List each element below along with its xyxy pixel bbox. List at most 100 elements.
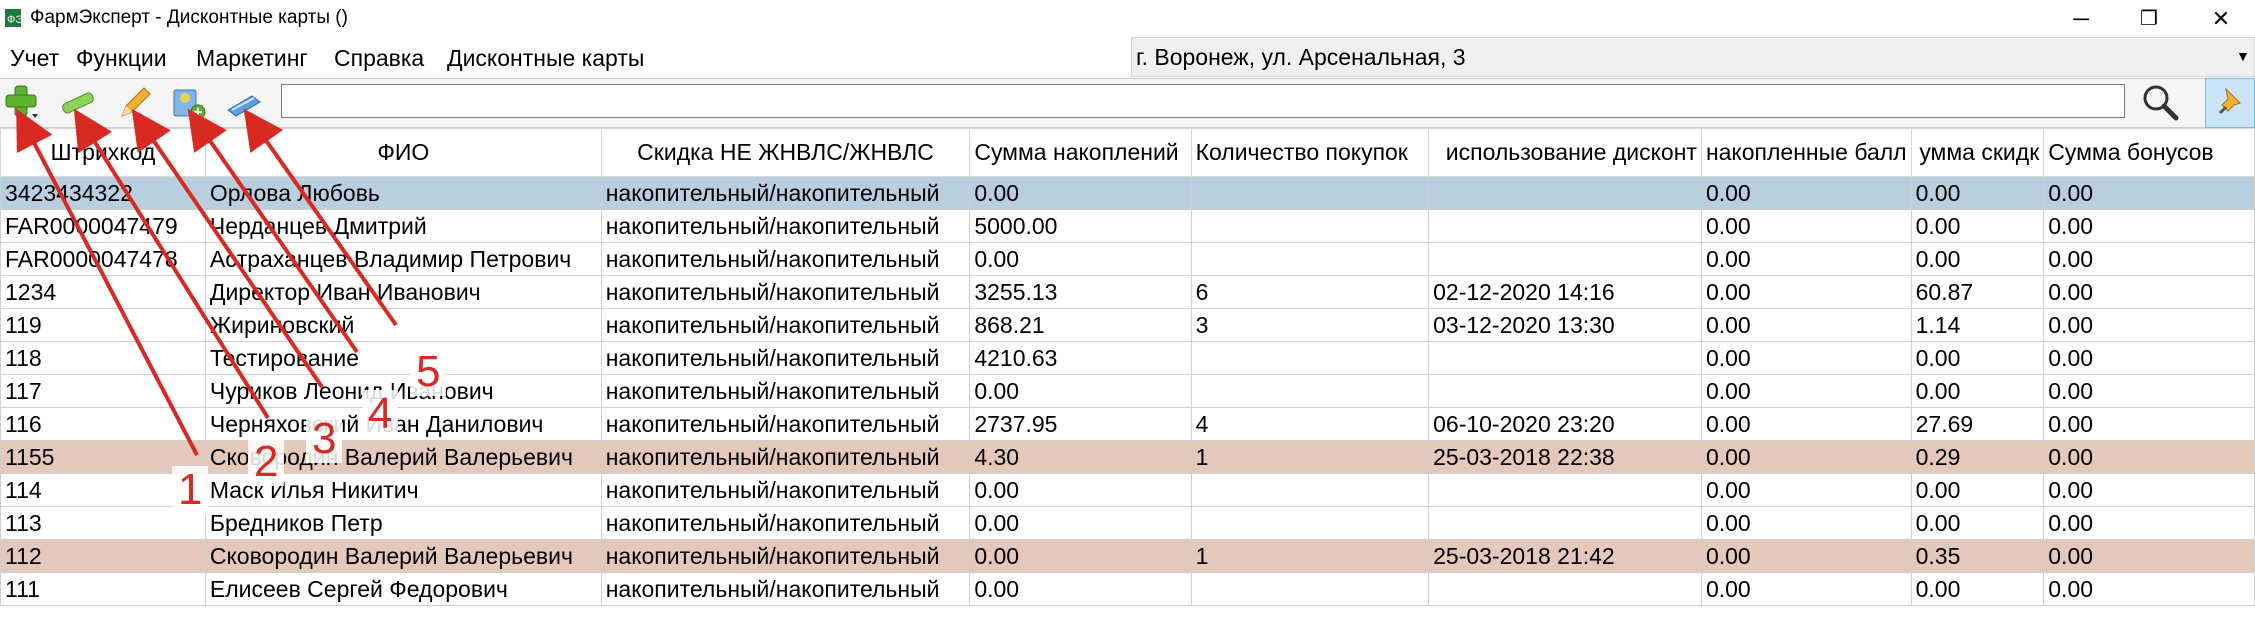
cell-discount-type[interactable]: накопительный/накопительный: [600, 341, 971, 375]
cell-barcode[interactable]: 3423434322: [0, 176, 206, 210]
cell-full-name[interactable]: Сковородин Валерий Валерьевич: [204, 539, 602, 573]
cell-barcode[interactable]: 111: [0, 572, 206, 606]
cell-accumulated-points[interactable]: 0.00: [1700, 572, 1912, 606]
table-row[interactable]: FAR0000047478 Астраханцев Владимир Петров…: [0, 242, 2255, 276]
discount-card-icon[interactable]: [224, 80, 264, 124]
cell-last-usage[interactable]: [1428, 209, 1702, 243]
close-button[interactable]: ✕: [2187, 0, 2255, 37]
cell-last-usage[interactable]: 03-12-2020 13:30: [1428, 308, 1702, 342]
cell-purchase-count[interactable]: [1190, 176, 1430, 210]
cell-discount-sum[interactable]: 27.69: [1910, 407, 2045, 441]
menu-item-marketing[interactable]: Маркетинг: [196, 45, 308, 72]
cell-last-usage[interactable]: 06-10-2020 23:20: [1428, 407, 1702, 441]
cell-accumulated-points[interactable]: 0.00: [1700, 308, 1912, 342]
column-header-bonus-sum[interactable]: Сумма бонусов: [2043, 128, 2255, 177]
card-settings-icon[interactable]: [168, 80, 208, 124]
cell-purchase-count[interactable]: [1190, 374, 1430, 408]
cell-accumulated-points[interactable]: 0.00: [1700, 341, 1912, 375]
cell-discount-type[interactable]: накопительный/накопительный: [600, 308, 971, 342]
cell-bonus-sum[interactable]: 0.00: [2043, 308, 2255, 342]
cell-accumulated-sum[interactable]: 0.00: [969, 374, 1192, 408]
cell-barcode[interactable]: 112: [0, 539, 206, 573]
cell-discount-type[interactable]: накопительный/накопительный: [600, 572, 971, 606]
magnifier-icon[interactable]: [2140, 82, 2180, 122]
cell-full-name[interactable]: Жириновский: [204, 308, 602, 342]
cell-bonus-sum[interactable]: 0.00: [2043, 209, 2255, 243]
cell-discount-type[interactable]: накопительный/накопительный: [600, 473, 971, 507]
cell-purchase-count[interactable]: 1: [1190, 539, 1430, 573]
cell-discount-type[interactable]: накопительный/накопительный: [600, 539, 971, 573]
cell-accumulated-sum[interactable]: 868.21: [969, 308, 1192, 342]
cell-discount-sum[interactable]: 0.00: [1910, 176, 2045, 210]
cell-barcode[interactable]: FAR0000047478: [0, 242, 206, 276]
cell-discount-type[interactable]: накопительный/накопительный: [600, 209, 971, 243]
table-row[interactable]: 114 Маск Илья Никитич накопительный/накопи…: [0, 473, 2255, 507]
column-header-discount-type[interactable]: Скидка НЕ ЖНВЛС/ЖНВЛС: [600, 128, 971, 177]
column-header-barcode[interactable]: Штрихкод: [0, 128, 206, 177]
cell-purchase-count[interactable]: [1190, 341, 1430, 375]
cell-barcode[interactable]: FAR0000047479: [0, 209, 206, 243]
cell-purchase-count[interactable]: 3: [1190, 308, 1430, 342]
cell-last-usage[interactable]: [1428, 341, 1702, 375]
column-header-last-usage[interactable]: использование дисконт: [1428, 128, 1702, 177]
cell-discount-sum[interactable]: 1.14: [1910, 308, 2045, 342]
cell-accumulated-sum[interactable]: 0.00: [969, 539, 1192, 573]
cell-accumulated-sum[interactable]: 4.30: [969, 440, 1192, 474]
cell-discount-sum[interactable]: 0.00: [1910, 242, 2045, 276]
cell-full-name[interactable]: Черданцев Дмитрий: [204, 209, 602, 243]
cell-last-usage[interactable]: [1428, 473, 1702, 507]
cell-purchase-count[interactable]: [1190, 242, 1430, 276]
chevron-down-icon[interactable]: ▼: [2236, 48, 2250, 64]
search-input[interactable]: [281, 84, 2125, 118]
cell-discount-type[interactable]: накопительный/накопительный: [600, 440, 971, 474]
cell-discount-sum[interactable]: 0.29: [1910, 440, 2045, 474]
cell-full-name[interactable]: Орлова Любовь: [204, 176, 602, 210]
cell-discount-sum[interactable]: 0.35: [1910, 539, 2045, 573]
cell-bonus-sum[interactable]: 0.00: [2043, 572, 2255, 606]
menu-item-functions[interactable]: Функции: [76, 45, 167, 72]
cell-accumulated-points[interactable]: 0.00: [1700, 209, 1912, 243]
column-header-discount-sum[interactable]: умма скидк: [1910, 128, 2045, 177]
cell-barcode[interactable]: 119: [0, 308, 206, 342]
cell-accumulated-points[interactable]: 0.00: [1700, 242, 1912, 276]
cell-discount-sum[interactable]: 0.00: [1910, 374, 2045, 408]
cell-accumulated-sum[interactable]: 0.00: [969, 506, 1192, 540]
cell-bonus-sum[interactable]: 0.00: [2043, 473, 2255, 507]
cell-barcode[interactable]: 117: [0, 374, 206, 408]
cell-accumulated-sum[interactable]: 0.00: [969, 572, 1192, 606]
cell-accumulated-points[interactable]: 0.00: [1700, 473, 1912, 507]
cell-barcode[interactable]: 116: [0, 407, 206, 441]
cell-discount-sum[interactable]: 0.00: [1910, 572, 2045, 606]
cell-discount-sum[interactable]: 0.00: [1910, 506, 2045, 540]
cell-last-usage[interactable]: [1428, 506, 1702, 540]
add-card-icon[interactable]: [2, 80, 42, 124]
cell-discount-type[interactable]: накопительный/накопительный: [600, 506, 971, 540]
cell-purchase-count[interactable]: [1190, 506, 1430, 540]
table-row[interactable]: 118 Тестирование накопительный/накопительн…: [0, 341, 2255, 375]
delete-card-icon[interactable]: [58, 80, 98, 124]
column-header-accumulated-points[interactable]: накопленные балл: [1700, 128, 1912, 177]
cell-last-usage[interactable]: [1428, 242, 1702, 276]
cell-accumulated-sum[interactable]: 0.00: [969, 473, 1192, 507]
restore-button[interactable]: ❐: [2115, 0, 2183, 37]
cell-discount-sum[interactable]: 60.87: [1910, 275, 2045, 309]
cell-purchase-count[interactable]: [1190, 572, 1430, 606]
cell-purchase-count[interactable]: 4: [1190, 407, 1430, 441]
cell-bonus-sum[interactable]: 0.00: [2043, 176, 2255, 210]
cell-last-usage[interactable]: 02-12-2020 14:16: [1428, 275, 1702, 309]
cell-bonus-sum[interactable]: 0.00: [2043, 539, 2255, 573]
cell-discount-sum[interactable]: 0.00: [1910, 473, 2045, 507]
table-row[interactable]: 111 Елисеев Сергей Федорович накопительный…: [0, 572, 2255, 606]
cell-discount-type[interactable]: накопительный/накопительный: [600, 242, 971, 276]
cell-barcode[interactable]: 1234: [0, 275, 206, 309]
cell-purchase-count[interactable]: [1190, 473, 1430, 507]
cell-accumulated-points[interactable]: 0.00: [1700, 407, 1912, 441]
cell-last-usage[interactable]: [1428, 374, 1702, 408]
cell-purchase-count[interactable]: [1190, 209, 1430, 243]
cell-discount-sum[interactable]: 0.00: [1910, 209, 2045, 243]
cell-full-name[interactable]: Чуриков Леонид Иванович: [204, 374, 602, 408]
minimize-button[interactable]: ─: [2047, 0, 2115, 37]
table-row[interactable]: 119 Жириновский накопительный/накопительны…: [0, 308, 2255, 342]
cell-accumulated-sum[interactable]: 3255.13: [969, 275, 1192, 309]
table-row[interactable]: 1234 Директор Иван Иванович накопительный/…: [0, 275, 2255, 309]
